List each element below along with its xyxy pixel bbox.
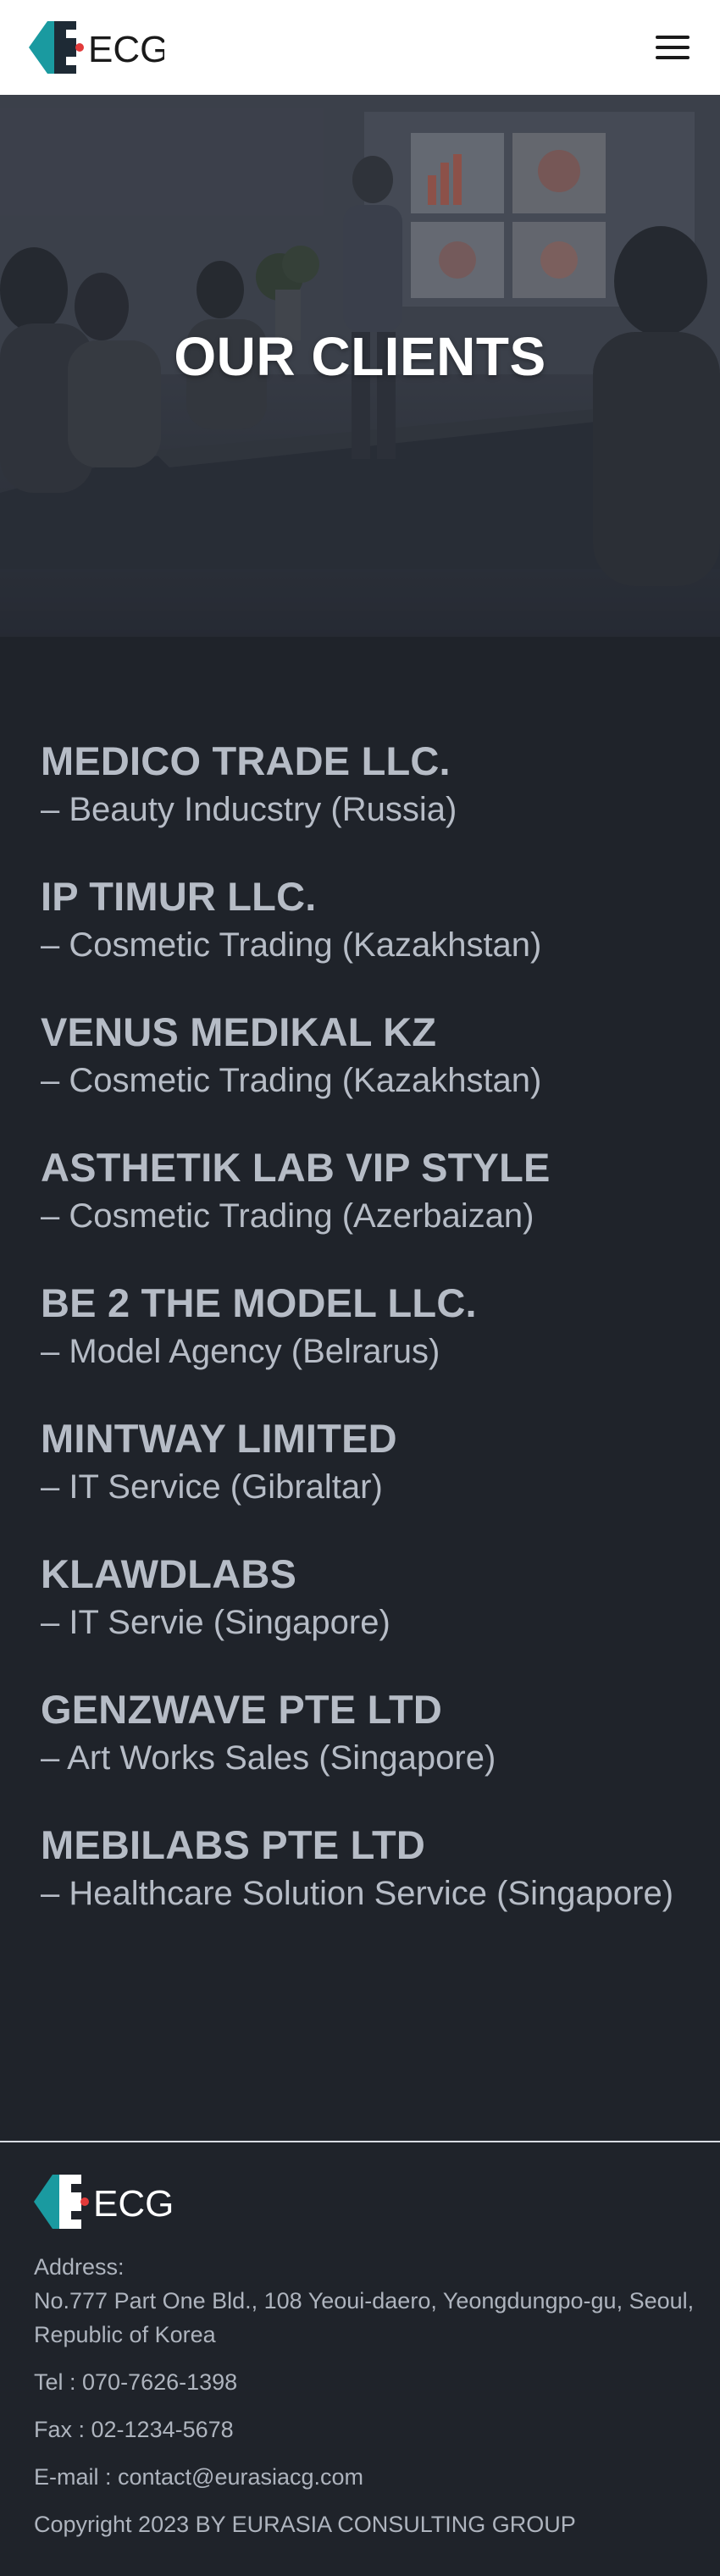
fax-text: Fax : 02-1234-5678: [34, 2417, 234, 2442]
copyright-text: Copyright 2023 BY EURASIA CONSULTING GRO…: [34, 2512, 576, 2537]
hero-banner: OUR CLIENTS: [0, 95, 720, 637]
client-item: MINTWAY LIMITED – IT Service (Gibraltar): [41, 1414, 684, 1511]
site-header: ECG: [0, 0, 720, 95]
client-description: – Cosmetic Trading (Azerbaizan): [41, 1197, 534, 1235]
client-name: MEBILABS PTE LTD: [41, 1822, 426, 1867]
tel-text: Tel : 070-7626-1398: [34, 2369, 238, 2395]
client-item: BE 2 THE MODEL LLC. – Model Agency (Belr…: [41, 1279, 684, 1375]
client-description: – IT Servie (Singapore): [41, 1604, 390, 1641]
client-description: – Beauty Inducstry (Russia): [41, 791, 457, 828]
address-text: No.777 Part One Bld., 108 Yeoui-daero, Y…: [34, 2288, 695, 2347]
client-name: VENUS MEDIKAL KZ: [41, 1009, 437, 1054]
client-name: ASTHETIK LAB VIP STYLE: [41, 1145, 551, 1190]
svg-text:ECG: ECG: [88, 29, 164, 70]
client-item: VENUS MEDIKAL KZ – Cosmetic Trading (Kaz…: [41, 1008, 684, 1104]
client-description: – Cosmetic Trading (Kazakhstan): [41, 926, 542, 964]
client-item: ASTHETIK LAB VIP STYLE – Cosmetic Tradin…: [41, 1143, 684, 1240]
svg-text:ECG: ECG: [93, 2183, 174, 2225]
ecg-logo[interactable]: ECG: [29, 19, 164, 75]
email-link[interactable]: E-mail : contact@eurasiacg.com: [34, 2460, 703, 2494]
client-description: – IT Service (Gibraltar): [41, 1468, 383, 1506]
address-label: Address:: [34, 2254, 125, 2280]
ecg-logo-icon: ECG: [29, 21, 164, 74]
client-item: KLAWDLABS – IT Servie (Singapore): [41, 1550, 684, 1646]
client-item: GENZWAVE PTE LTD – Art Works Sales (Sing…: [41, 1685, 684, 1782]
footer-divider: [0, 2141, 720, 2142]
client-name: MINTWAY LIMITED: [41, 1416, 397, 1461]
page-title: OUR CLIENTS: [174, 326, 546, 387]
site-footer: ECG Address: No.777 Part One Bld., 108 Y…: [34, 2172, 703, 2541]
client-item: MEBILABS PTE LTD – Healthcare Solution S…: [41, 1821, 684, 1917]
client-name: GENZWAVE PTE LTD: [41, 1687, 443, 1732]
client-item: MEDICO TRADE LLC. – Beauty Inducstry (Ru…: [41, 737, 684, 833]
hamburger-menu-icon[interactable]: [654, 32, 691, 63]
ecg-logo-icon: ECG: [34, 2175, 174, 2229]
client-description: – Art Works Sales (Singapore): [41, 1739, 496, 1777]
client-description: – Model Agency (Belrarus): [41, 1333, 440, 1370]
client-name: KLAWDLABS: [41, 1551, 297, 1596]
client-name: IP TIMUR LLC.: [41, 874, 317, 919]
footer-logo[interactable]: ECG: [34, 2172, 703, 2231]
client-description: – Cosmetic Trading (Kazakhstan): [41, 1062, 542, 1099]
client-name: MEDICO TRADE LLC.: [41, 738, 451, 783]
client-list: MEDICO TRADE LLC. – Beauty Inducstry (Ru…: [41, 737, 684, 1956]
client-name: BE 2 THE MODEL LLC.: [41, 1280, 477, 1325]
client-item: IP TIMUR LLC. – Cosmetic Trading (Kazakh…: [41, 872, 684, 969]
client-description: – Healthcare Solution Service (Singapore…: [41, 1875, 674, 1912]
